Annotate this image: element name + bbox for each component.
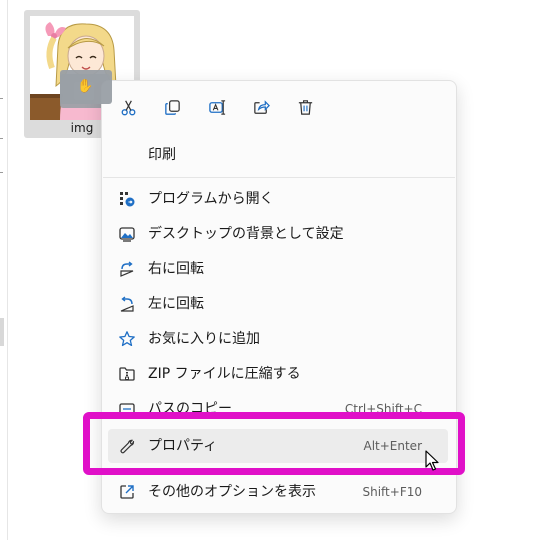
delete-icon: [298, 99, 312, 115]
highlight-annotation: [83, 412, 465, 475]
menu-separator: [103, 177, 455, 178]
menu-item-label: お気に入りに追加: [148, 331, 260, 347]
menu-item-compress-zip[interactable]: ZIP ファイルに圧縮する: [108, 357, 448, 391]
left-pane-marker: [0, 318, 4, 346]
share-icon: [253, 99, 270, 114]
thumbnail-overlay: ✋: [60, 70, 112, 104]
open-with-icon: [118, 190, 136, 208]
left-pane-tick: [0, 138, 3, 139]
menu-item-print[interactable]: 印刷: [108, 138, 448, 172]
left-pane-tick: [0, 172, 3, 173]
star-icon: [118, 330, 136, 348]
menu-item-add-favorites[interactable]: お気に入りに追加: [108, 322, 448, 356]
menu-item-label: ZIP ファイルに圧縮する: [148, 366, 301, 382]
zip-icon: [118, 365, 136, 383]
hand-icon: ✋: [77, 79, 94, 94]
cut-button[interactable]: [111, 93, 145, 121]
copy-icon: [164, 99, 180, 115]
rename-icon: [208, 99, 225, 115]
more-options-icon: [118, 483, 136, 501]
menu-item-more-options[interactable]: その他のオプションを表示 Shift+F10: [108, 475, 448, 509]
desktop-background-icon: [118, 225, 136, 243]
menu-item-label: 右に回転: [148, 261, 204, 277]
menu-item-open-with[interactable]: プログラムから開く: [108, 182, 448, 216]
menu-item-label: 左に回転: [148, 296, 204, 312]
rename-button[interactable]: [200, 93, 234, 121]
left-pane-border: [7, 0, 8, 540]
menu-item-rotate-right[interactable]: 右に回転: [108, 252, 448, 286]
delete-button[interactable]: [288, 93, 322, 121]
menu-item-rotate-left[interactable]: 左に回転: [108, 287, 448, 321]
mouse-cursor-icon: [425, 450, 439, 471]
menu-item-label: デスクトップの背景として設定: [148, 226, 344, 242]
menu-item-set-desktop-background[interactable]: デスクトップの背景として設定: [108, 217, 448, 251]
menu-item-label: プログラムから開く: [148, 191, 274, 207]
copy-button[interactable]: [155, 93, 189, 121]
rotate-right-icon: [118, 260, 136, 278]
cut-icon: [121, 100, 135, 115]
share-button[interactable]: [244, 93, 278, 121]
rotate-left-icon: [118, 295, 136, 313]
menu-item-label: その他のオプションを表示: [148, 484, 316, 500]
menu-item-label: 印刷: [148, 147, 176, 163]
menu-item-shortcut: Shift+F10: [362, 485, 422, 499]
left-pane-tick: [0, 98, 3, 99]
